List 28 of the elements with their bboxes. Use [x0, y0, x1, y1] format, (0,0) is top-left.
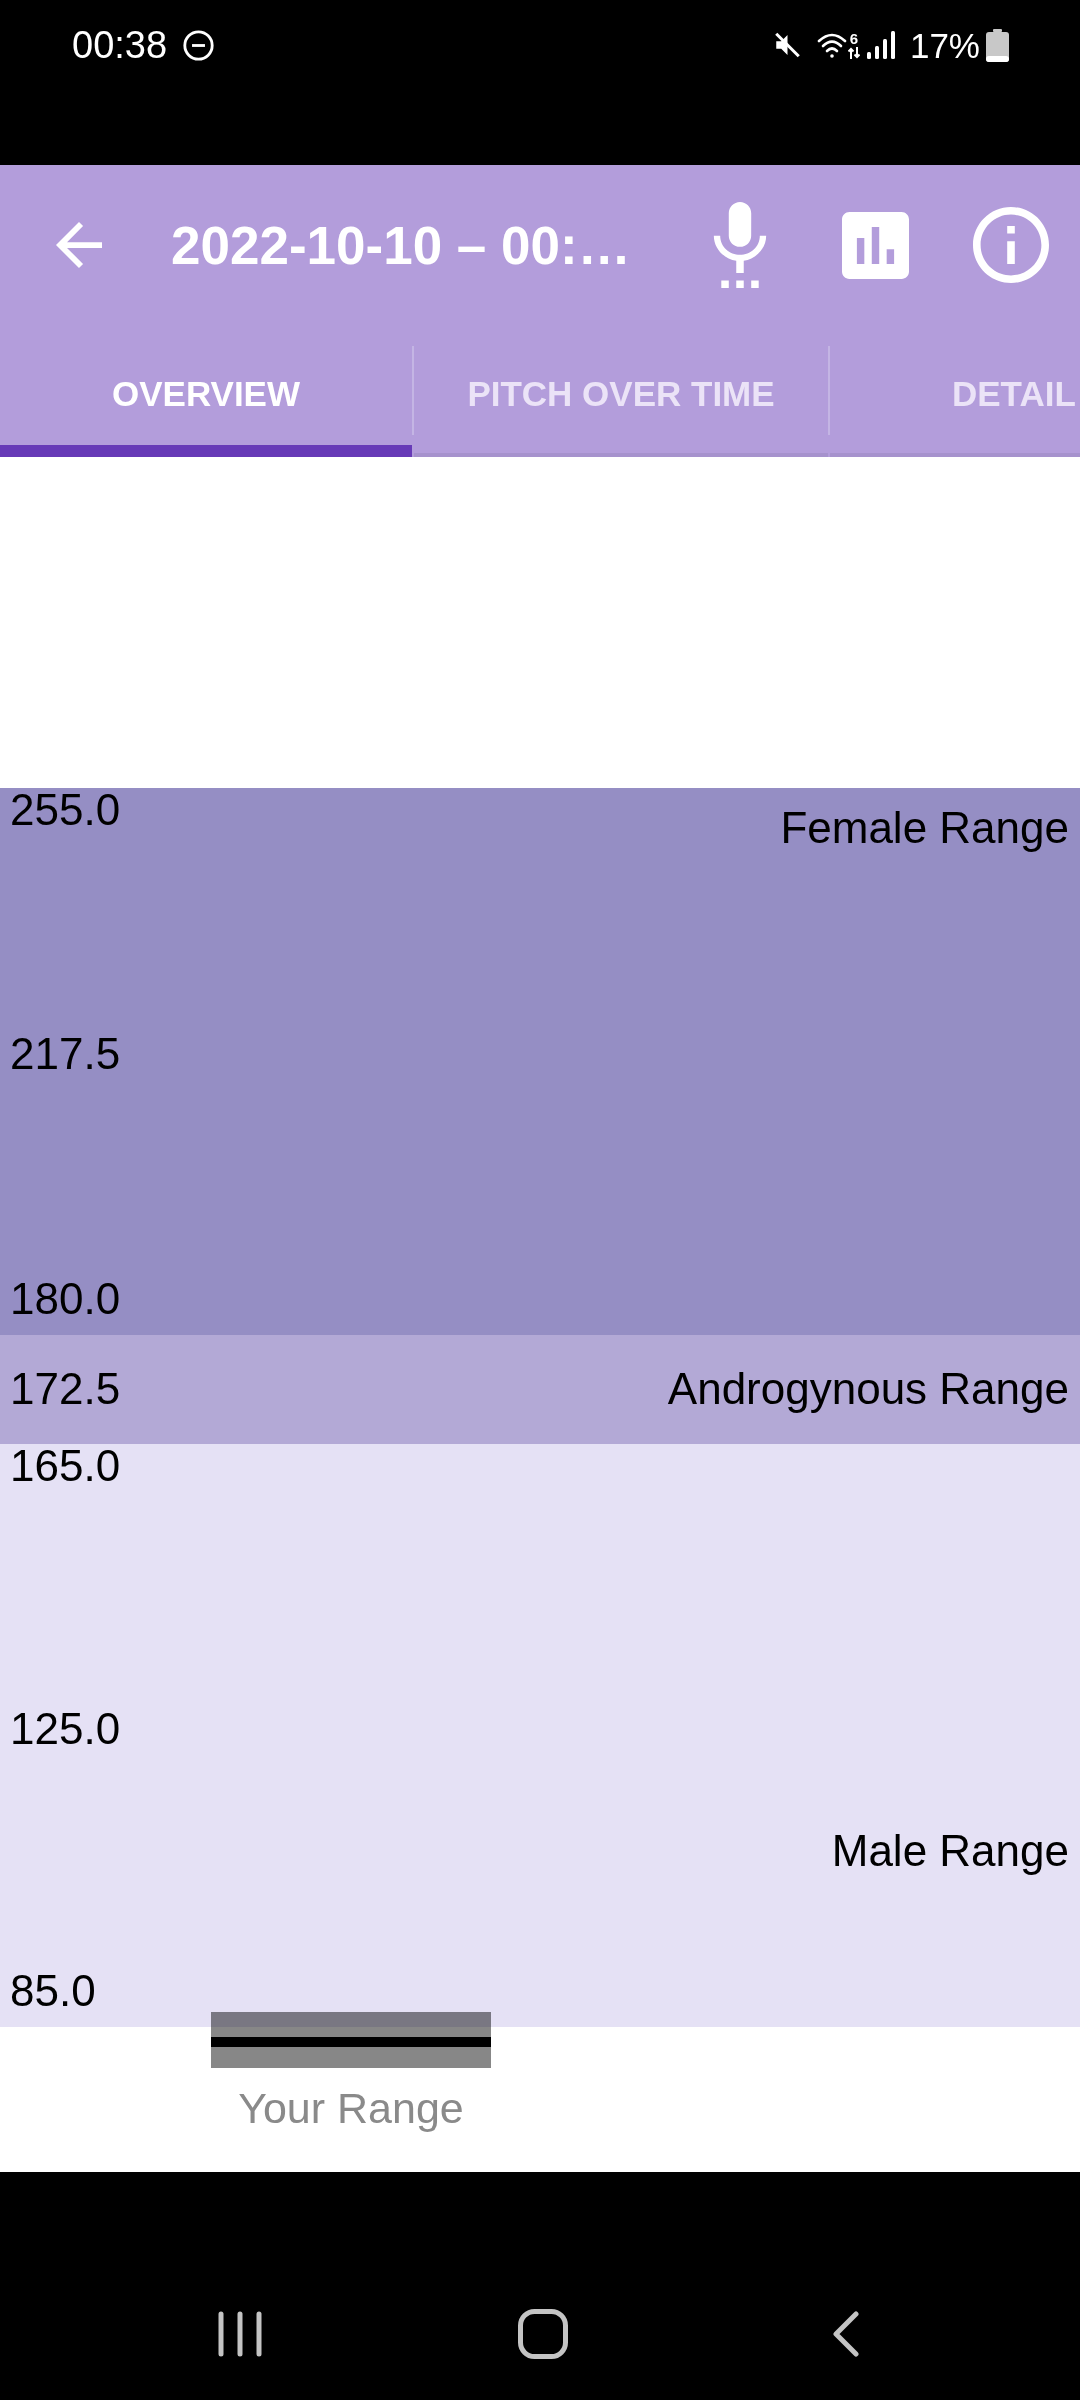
microphone-icon[interactable] [713, 202, 767, 288]
wifi-icon [816, 31, 847, 59]
signal-icon [866, 31, 896, 59]
status-time: 00:38 [72, 26, 168, 64]
axis-tick-label: 255.0 [10, 788, 121, 832]
screen-title: 2022-10-10 – 00:… [171, 218, 631, 272]
wifi-standard-label: 6 [849, 30, 859, 46]
battery-icon [986, 28, 1009, 62]
back-icon[interactable] [833, 2311, 859, 2357]
range-label: Androgynous Range [667, 1367, 1069, 1412]
range-label: Male Range [831, 1829, 1069, 1874]
bar-chart-icon[interactable] [842, 211, 909, 279]
recent-apps-icon[interactable] [218, 2311, 262, 2357]
do-not-disturb-icon [183, 29, 215, 61]
axis-tick-label: 180.0 [10, 1276, 121, 1321]
axis-tick-label: 172.5 [10, 1367, 121, 1412]
axis-tick-label: 85.0 [10, 1969, 97, 2014]
tab[interactable]: OVERVIEW [0, 325, 412, 457]
axis-tick-label: 125.0 [10, 1706, 121, 1751]
home-icon[interactable] [518, 2309, 568, 2359]
back-arrow-icon[interactable] [56, 222, 102, 268]
axis-category-label: Your Range [238, 2087, 464, 2131]
axis-tick-label: 165.0 [10, 1444, 121, 1489]
info-icon[interactable] [973, 207, 1049, 283]
data-arrows-icon [847, 45, 860, 60]
battery-percent: 17% [909, 27, 980, 63]
axis-tick-label: 217.5 [10, 1032, 121, 1077]
range-label: Female Range [780, 806, 1069, 850]
